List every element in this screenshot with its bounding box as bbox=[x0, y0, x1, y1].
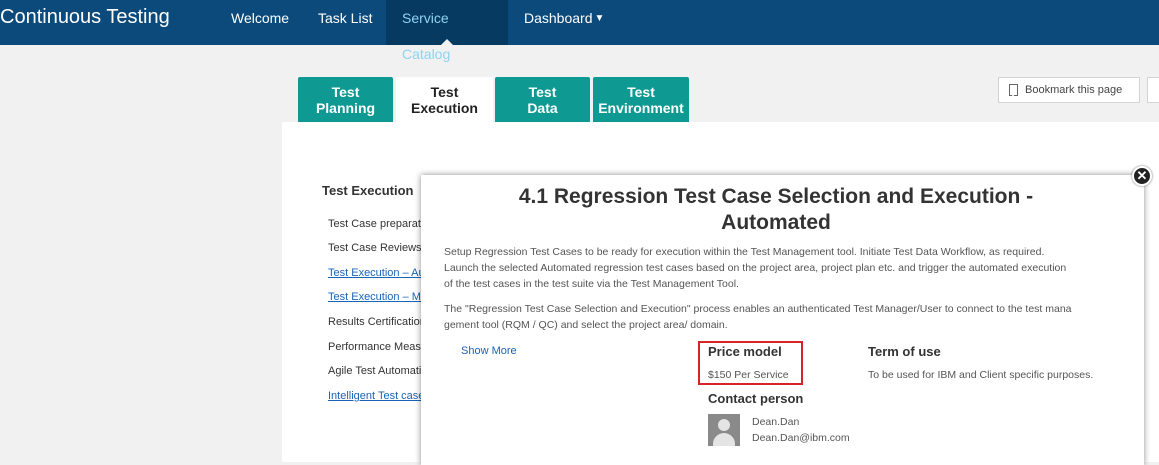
tab-test-environment[interactable]: Test Environment bbox=[593, 77, 689, 122]
price-value: $150 Per Service bbox=[708, 369, 789, 381]
catalog-item[interactable]: Agile Test Automation bbox=[328, 365, 428, 377]
app-title[interactable]: Continuous Testing bbox=[0, 6, 170, 29]
tab-label-line2: Execution bbox=[411, 99, 478, 116]
nav-welcome[interactable]: Welcome bbox=[215, 0, 305, 45]
catalog-item[interactable]: Test Case preparation bbox=[328, 218, 428, 230]
modal-process-description: The "Regression Test Case Selection and … bbox=[444, 301, 1124, 333]
contact-person-label: Contact person bbox=[708, 391, 804, 406]
nav-service-catalog[interactable]: Service Catalog bbox=[386, 0, 508, 62]
catalog-item-link[interactable]: Test Execution – Manual bbox=[328, 291, 428, 303]
tab-label-line1: Test bbox=[331, 83, 360, 100]
nav-dashboard-label: Dashboard bbox=[524, 10, 593, 26]
avatar-body bbox=[713, 433, 735, 446]
catalog-item[interactable]: Performance Measurement bbox=[328, 341, 428, 353]
active-pointer bbox=[441, 39, 453, 45]
tab-label-line2: Data bbox=[527, 99, 558, 116]
tab-test-data[interactable]: Test Data bbox=[495, 77, 590, 122]
nav-task-list[interactable]: Task List bbox=[302, 0, 388, 45]
catalog-item[interactable]: Test Case Reviews bbox=[328, 242, 428, 254]
nav-service-catalog-label: Service Catalog bbox=[402, 10, 451, 62]
avatar-head bbox=[718, 419, 730, 431]
nav-dashboard[interactable]: Dashboard ▼ bbox=[508, 0, 620, 45]
term-of-use-label: Term of use bbox=[868, 344, 941, 359]
tab-test-execution[interactable]: Test Execution bbox=[396, 77, 493, 122]
desc-line: The "Regression Test Case Selection and … bbox=[444, 303, 1072, 315]
chevron-down-icon: ▼ bbox=[594, 13, 605, 25]
modal-title-line2: Automated bbox=[721, 211, 831, 234]
desc-line: of the test cases in the test suite via … bbox=[444, 278, 739, 290]
catalog-item[interactable]: Results Certification bbox=[328, 316, 428, 328]
modal-title: 4.1 Regression Test Case Selection and E… bbox=[421, 184, 1131, 236]
top-nav-bar: Continuous Testing Welcome Task List Ser… bbox=[0, 0, 1159, 62]
modal-title-line1: 4.1 Regression Test Case Selection and E… bbox=[518, 185, 1034, 208]
toolbar-button-partial[interactable] bbox=[1147, 77, 1159, 103]
avatar bbox=[708, 414, 740, 446]
service-detail-modal: 4.1 Regression Test Case Selection and E… bbox=[421, 175, 1144, 465]
tab-label-line2: Planning bbox=[315, 99, 376, 116]
close-icon[interactable]: ✕ bbox=[1132, 166, 1152, 186]
term-of-use-value: To be used for IBM and Client specific p… bbox=[868, 369, 1094, 381]
catalog-item-link[interactable]: Intelligent Test case bbox=[328, 390, 428, 402]
bookmark-label: Bookmark this page bbox=[1025, 84, 1123, 96]
desc-line: Launch the selected Automated regression… bbox=[444, 262, 1067, 274]
contact-email[interactable]: Dean.Dan@ibm.com bbox=[752, 432, 850, 444]
tab-test-planning[interactable]: Test Planning bbox=[298, 77, 393, 122]
tab-label-line1: Test bbox=[430, 83, 459, 100]
bookmark-button[interactable]: Bookmark this page bbox=[998, 77, 1140, 103]
modal-description: Setup Regression Test Cases to be ready … bbox=[444, 244, 1124, 292]
show-more-link[interactable]: Show More bbox=[461, 345, 517, 357]
tab-label-line2: Environment bbox=[598, 99, 684, 116]
tab-label-line1: Test bbox=[627, 83, 655, 100]
contact-name: Dean.Dan bbox=[752, 416, 800, 428]
tab-label-line1: Test bbox=[528, 83, 557, 100]
catalog-item-link[interactable]: Test Execution – Automated bbox=[328, 267, 428, 279]
section-title: Test Execution bbox=[322, 183, 414, 198]
bookmark-icon bbox=[1009, 84, 1018, 96]
desc-line: gement tool (RQM / QC) and select the pr… bbox=[444, 319, 728, 331]
price-model-label: Price model bbox=[708, 344, 782, 359]
desc-line: Setup Regression Test Cases to be ready … bbox=[444, 246, 1045, 258]
